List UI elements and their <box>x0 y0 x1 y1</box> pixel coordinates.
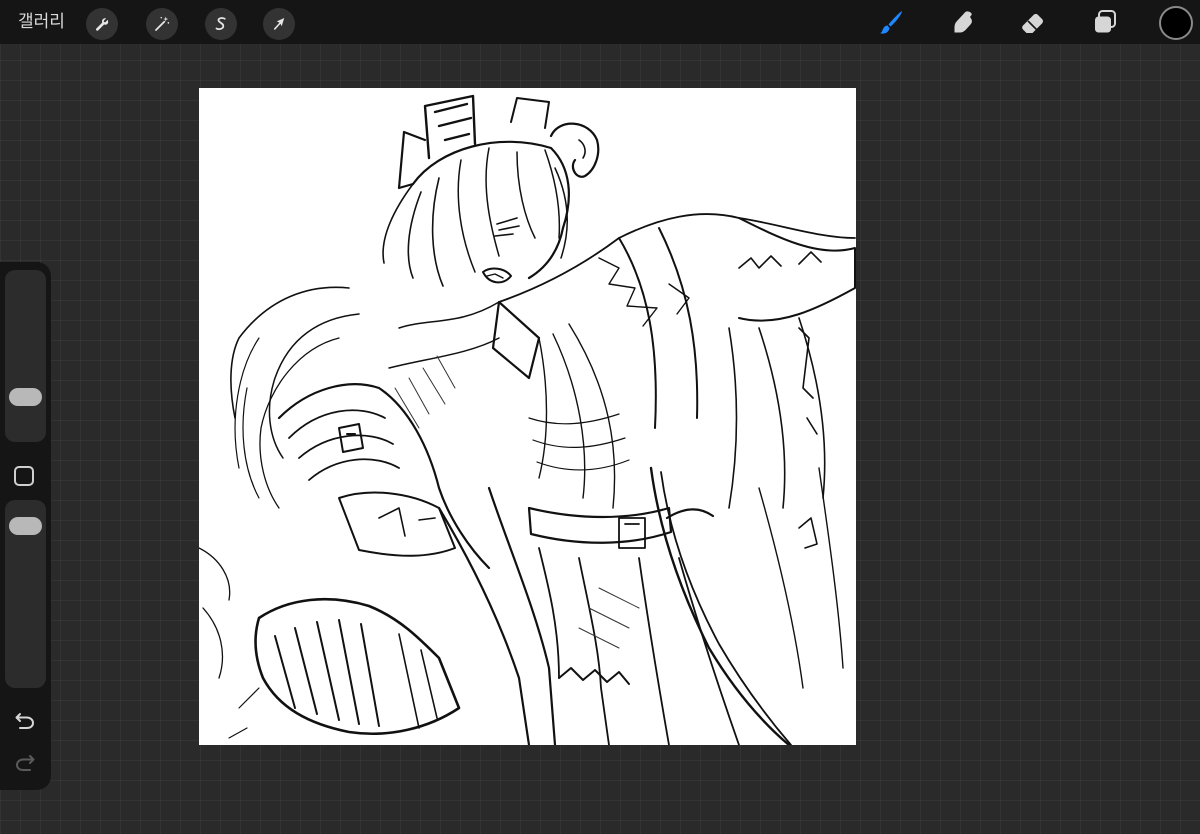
layers-button[interactable] <box>1089 6 1121 38</box>
eraser-tool-button[interactable] <box>1017 6 1049 38</box>
selection-s-icon <box>215 17 226 30</box>
gallery-button[interactable]: 갤러리 <box>18 10 65 34</box>
eraser-icon <box>1022 14 1043 33</box>
opacity-slider[interactable] <box>5 500 46 688</box>
modify-button[interactable] <box>14 466 34 486</box>
adjustments-button[interactable] <box>146 8 178 40</box>
brush-size-slider[interactable] <box>5 270 46 442</box>
brush-size-thumb[interactable] <box>9 388 42 406</box>
wrench-icon <box>95 18 109 31</box>
arrow-cursor-icon <box>273 18 285 30</box>
drawing-canvas[interactable] <box>199 88 856 745</box>
layers-icon <box>1095 10 1116 33</box>
selection-button[interactable] <box>205 8 237 40</box>
undo-button[interactable] <box>12 708 38 734</box>
brush-icon <box>880 11 902 34</box>
sketch-artwork <box>199 94 856 745</box>
transform-button[interactable] <box>263 8 295 40</box>
top-toolbar: 갤러리 <box>0 0 1200 44</box>
redo-button[interactable] <box>12 750 38 776</box>
undo-arrow-icon <box>15 713 35 729</box>
opacity-thumb[interactable] <box>9 517 42 535</box>
smudge-finger-icon <box>954 11 972 33</box>
magic-wand-icon <box>155 16 170 31</box>
left-sidebar <box>0 262 51 790</box>
actions-button[interactable] <box>86 8 118 40</box>
redo-arrow-icon <box>15 755 35 771</box>
brush-tool-button[interactable] <box>875 6 907 38</box>
smudge-tool-button[interactable] <box>946 6 978 38</box>
color-picker-button[interactable] <box>1159 6 1193 40</box>
